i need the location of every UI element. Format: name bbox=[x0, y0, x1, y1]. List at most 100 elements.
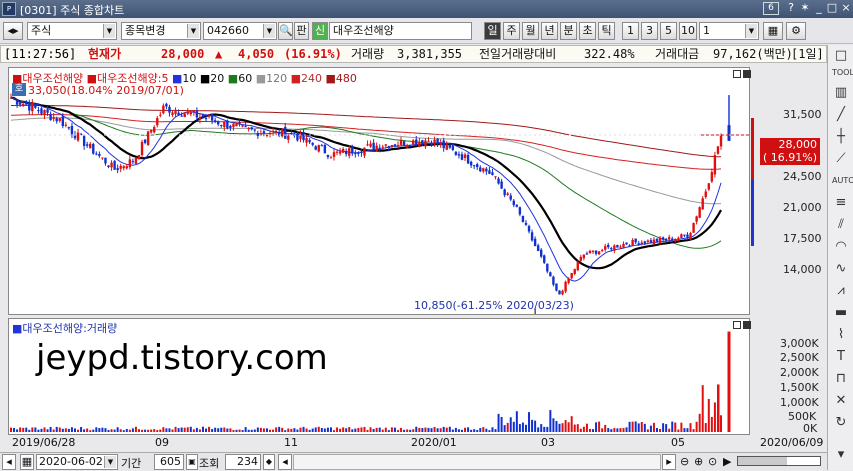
close-icon[interactable]: × bbox=[839, 2, 853, 15]
search-icon[interactable]: 🔍 bbox=[278, 22, 293, 40]
scrollbar-right-icon[interactable]: ▸ bbox=[662, 454, 676, 470]
candle-body bbox=[707, 183, 711, 190]
volume-bar bbox=[582, 426, 585, 432]
horizontal-scrollbar[interactable] bbox=[293, 454, 661, 470]
calendar-icon[interactable]: ▦ bbox=[20, 454, 34, 470]
volume-panel-maximize-icon[interactable] bbox=[733, 321, 741, 329]
candle-body bbox=[25, 102, 28, 105]
zoom-reset-icon[interactable]: ⊙ bbox=[708, 455, 717, 468]
period-day-button[interactable]: 일 bbox=[484, 22, 501, 40]
interval-10-button[interactable]: 10 bbox=[679, 22, 697, 40]
candle-body bbox=[223, 121, 226, 128]
volume-panel-close-icon[interactable] bbox=[743, 321, 751, 329]
grid-view-icon[interactable]: ▦ bbox=[763, 22, 783, 40]
settings-icon[interactable]: ⚙ bbox=[786, 22, 806, 40]
zoom-in-icon[interactable]: ⊕ bbox=[694, 455, 703, 468]
nav-arrows-icon[interactable]: ◂▸ bbox=[3, 22, 23, 40]
auto-tool-icon[interactable]: AUTO bbox=[831, 171, 853, 191]
volume-bar bbox=[491, 427, 494, 432]
pin-icon[interactable]: ✶ bbox=[798, 2, 812, 15]
volume-bar bbox=[409, 429, 412, 432]
maximize-icon[interactable]: □ bbox=[825, 2, 839, 15]
fibonacci-icon[interactable]: ≡ bbox=[831, 193, 851, 213]
volume-bar bbox=[552, 418, 555, 432]
stock-code-input[interactable]: 042660 ▼ bbox=[203, 22, 277, 40]
refresh-icon[interactable]: ↻ bbox=[831, 413, 851, 433]
volume-bar bbox=[625, 427, 628, 432]
trend-line-icon[interactable]: ⟋ bbox=[831, 149, 851, 169]
candle-body bbox=[415, 139, 418, 146]
wave-icon[interactable]: ∿ bbox=[831, 259, 851, 279]
candle-body bbox=[70, 125, 74, 135]
volume-bar bbox=[150, 429, 153, 432]
panel-maximize-icon[interactable] bbox=[733, 70, 741, 78]
up-arrow-icon: ▲ bbox=[215, 47, 223, 61]
volume-bar bbox=[241, 430, 244, 432]
ticker-short-button[interactable]: 판 bbox=[294, 22, 309, 40]
interval-1-button[interactable]: 1 bbox=[622, 22, 639, 40]
candle-body bbox=[518, 207, 522, 215]
candle-body bbox=[308, 139, 311, 143]
volume-bar bbox=[55, 426, 58, 432]
volume-bar bbox=[564, 420, 567, 432]
period-input[interactable]: 605 bbox=[154, 454, 184, 470]
scroll-down-icon[interactable]: ▾ bbox=[831, 445, 851, 465]
interval-3-button[interactable]: 3 bbox=[641, 22, 658, 40]
scroll-left-icon[interactable]: ◂ bbox=[2, 454, 16, 470]
change-item-select[interactable]: 종목변경 ▼ bbox=[121, 22, 201, 40]
interval-5-button[interactable]: 5 bbox=[660, 22, 677, 40]
volume-bar bbox=[208, 426, 211, 432]
text-tool-icon[interactable]: T bbox=[831, 347, 851, 367]
period-second-button[interactable]: 초 bbox=[579, 22, 596, 40]
minimize-icon[interactable]: _ bbox=[812, 2, 826, 15]
volume-bar bbox=[113, 429, 116, 432]
play-icon[interactable]: ▶ bbox=[723, 455, 731, 468]
candle-body bbox=[658, 238, 662, 243]
volume-bar bbox=[275, 427, 278, 432]
view-lock-icon[interactable]: ▣ bbox=[186, 454, 198, 470]
pattern-icon[interactable]: ⌇ bbox=[831, 325, 851, 345]
zoom-out-icon[interactable]: ⊖ bbox=[680, 455, 689, 468]
view-count-input[interactable]: 234 bbox=[225, 454, 261, 470]
period-tick-button[interactable]: 틱 bbox=[598, 22, 615, 40]
bar-chart-icon[interactable]: ▥ bbox=[831, 83, 851, 103]
volume-label: 거래량 bbox=[351, 47, 385, 61]
screen-number-badge[interactable]: 6 bbox=[763, 2, 779, 15]
candle-body bbox=[159, 114, 162, 116]
magnet-icon[interactable]: ⊓ bbox=[831, 369, 851, 389]
tool-label[interactable]: TOOL bbox=[831, 63, 853, 83]
period-week-button[interactable]: 주 bbox=[503, 22, 520, 40]
x-label-2020-01: 2020/01 bbox=[411, 436, 457, 449]
volume-bar bbox=[147, 429, 150, 432]
candle-body bbox=[238, 122, 241, 124]
line-tool-icon[interactable]: ╱ bbox=[831, 105, 851, 125]
start-date-input[interactable]: 2020-06-02 ▼ bbox=[36, 454, 118, 470]
ruler-icon[interactable]: ▬ bbox=[831, 303, 851, 323]
period-minute-button[interactable]: 분 bbox=[560, 22, 577, 40]
scrollbar-left-icon[interactable]: ◂ bbox=[278, 454, 292, 470]
candle-body bbox=[619, 246, 622, 248]
volume-bar bbox=[192, 429, 195, 432]
market-select[interactable]: 주식 ▼ bbox=[27, 22, 117, 40]
arc-icon[interactable]: ◠ bbox=[831, 237, 851, 257]
period-year-button[interactable]: 년 bbox=[541, 22, 558, 40]
volume-bar bbox=[305, 428, 308, 432]
volume-bar bbox=[128, 429, 131, 432]
candle-body bbox=[637, 243, 640, 245]
range-slider[interactable] bbox=[737, 456, 821, 466]
cross-line-icon[interactable]: ┼ bbox=[831, 127, 851, 147]
delete-icon[interactable]: ✕ bbox=[831, 391, 851, 411]
up-range-bar bbox=[751, 118, 754, 180]
stepper-icon[interactable]: ◆ bbox=[263, 454, 275, 470]
candle-body bbox=[604, 246, 607, 250]
legend-ma60: 60 bbox=[238, 72, 253, 85]
candle-body bbox=[600, 249, 604, 251]
interval-input[interactable]: 1 ▼ bbox=[699, 22, 759, 40]
candle-body bbox=[146, 131, 150, 146]
period-month-button[interactable]: 월 bbox=[522, 22, 539, 40]
panel-close-icon[interactable] bbox=[743, 70, 751, 78]
candle-body bbox=[430, 142, 433, 146]
zigzag-icon[interactable]: ⩘ bbox=[831, 281, 851, 301]
help-icon[interactable]: ? bbox=[784, 2, 798, 15]
channel-icon[interactable]: ⫽ bbox=[831, 215, 851, 235]
